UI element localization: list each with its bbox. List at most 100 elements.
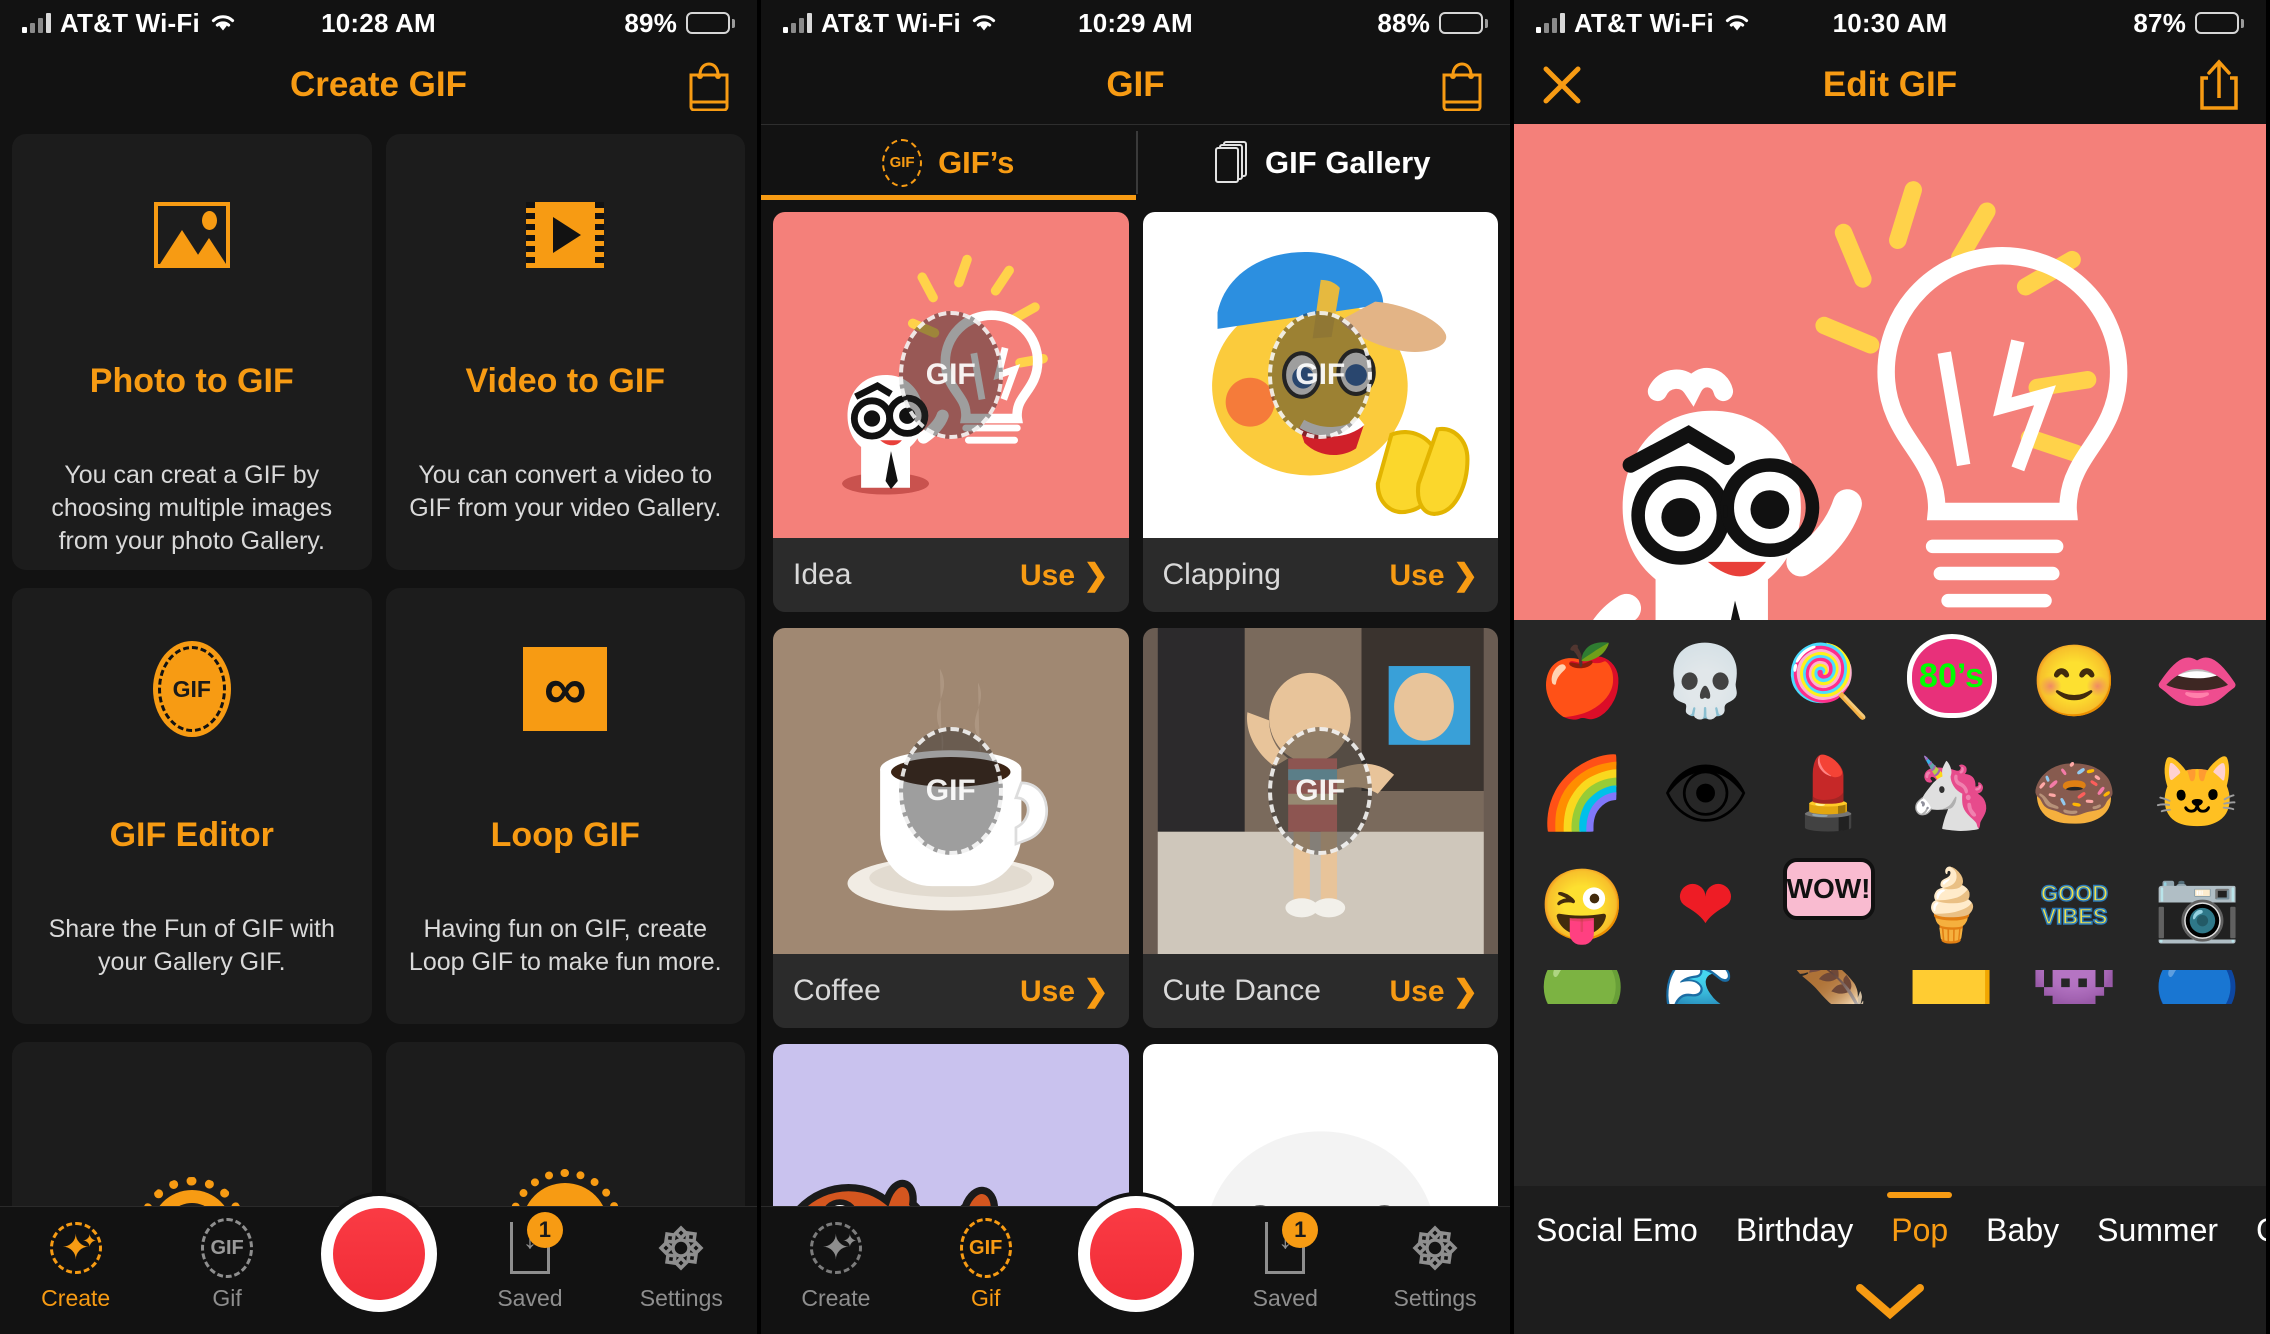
category-summer[interactable]: Summer [2097, 1206, 2218, 1249]
tab-gif-gallery[interactable]: GIF Gallery [1135, 125, 1511, 200]
sticker-panel: 🍎 💀 🍭 80’s 😊 👄 🌈 👁 💄 🦄 🍩 🐱 😜 ❤ WOW! 🍦 GO… [1514, 620, 2266, 1334]
share-icon[interactable] [2196, 58, 2242, 112]
use-button[interactable]: Use ❯ [1389, 558, 1478, 593]
category-ca[interactable]: Ca [2256, 1206, 2266, 1249]
gear-icon [1409, 1221, 1461, 1275]
eighties-heart-sticker[interactable]: 80’s [1906, 634, 1997, 718]
pixel-green-sticker[interactable]: 👾 [2016, 970, 2133, 1004]
battery-icon [686, 12, 736, 34]
tab-create[interactable]: ✦ ✦ Create [0, 1221, 151, 1312]
battery-percent-label: 88% [1377, 7, 1431, 38]
record-button[interactable] [1077, 1196, 1194, 1312]
green-sticker[interactable]: 🟢 [1524, 970, 1641, 1004]
signal-bars-icon [22, 13, 51, 33]
unicorn-sticker[interactable]: 🦄 [1893, 746, 2010, 840]
feather-sticker[interactable]: 🪶 [1770, 970, 1887, 1004]
wave-sticker[interactable]: 🌊 [1647, 970, 1764, 1004]
category-pop[interactable]: Pop [1887, 1191, 1953, 1249]
tab-settings[interactable]: Settings [1360, 1221, 1510, 1312]
segment-label: GIF Gallery [1265, 144, 1431, 180]
tab-gifs[interactable]: GIF GIF’s [761, 125, 1136, 200]
note-sticker[interactable]: 🟨 [1893, 970, 2010, 1004]
card-video-to-gif[interactable]: Video to GIF You can convert a video to … [385, 134, 745, 570]
category-tabs[interactable]: Social Emo Birthday Pop Baby Summer Ca [1514, 1186, 2266, 1268]
nav-bar: Create GIF [0, 46, 757, 124]
tongue-face-sticker[interactable]: 😜 [1524, 858, 1641, 952]
lips-sticker[interactable]: 👄 [2139, 634, 2256, 728]
saved-badge: 1 [1282, 1212, 1319, 1248]
gif-overlay-badge: GIF [898, 311, 1003, 439]
pages-icon [1215, 140, 1249, 185]
smiley-sticker[interactable]: 😊 [2016, 634, 2133, 728]
tab-saved[interactable]: ↓1 Saved [1210, 1212, 1360, 1312]
page-title: GIF [1106, 65, 1165, 104]
pixel-heart-sticker[interactable]: ❤ [1647, 858, 1764, 952]
donut-sticker[interactable]: 🍩 [2016, 746, 2133, 840]
use-button[interactable]: Use ❯ [1020, 558, 1109, 593]
blue-sticker[interactable]: 🔵 [2139, 970, 2256, 1004]
clock-label: 10:28 AM [321, 7, 436, 38]
gif-card-cute-dance[interactable]: GIF Cute Dance Use ❯ [1142, 628, 1498, 1028]
gif-caption: Idea Use ❯ [773, 538, 1129, 612]
record-button[interactable] [320, 1196, 437, 1312]
shopping-bag-icon[interactable] [1438, 59, 1486, 111]
card-gif-editor[interactable]: GIF GIF Editor Share the Fun of GIF with… [12, 588, 372, 1024]
gif-card-idea[interactable]: GIF Idea Use ❯ [773, 212, 1129, 612]
signal-bars-icon [1536, 13, 1565, 33]
tab-gif[interactable]: GIF Gif [151, 1218, 302, 1312]
good-vibes-sticker[interactable]: GOOD VIBES [2016, 858, 2133, 952]
infinity-icon: ∞ [523, 634, 608, 744]
page-title: Create GIF [290, 65, 467, 104]
gif-thumbnail: GIF [1142, 212, 1498, 538]
save-download-icon: ↓1 [1265, 1212, 1319, 1275]
screen-create-gif: AT&T Wi-Fi 10:28 AM 89% Create GIF Photo… [0, 0, 757, 1334]
screen-edit-gif: AT&T Wi-Fi 10:30 AM 87% Edit GIF 🍎 💀 🍭 8… [1514, 0, 2266, 1334]
eye-sticker[interactable]: 👁 [1647, 746, 1764, 840]
camera-sticker[interactable]: 📷 [2139, 858, 2256, 952]
card-photo-to-gif[interactable]: Photo to GIF You can creat a GIF by choo… [12, 134, 372, 570]
category-baby[interactable]: Baby [1986, 1206, 2059, 1249]
saved-badge: 1 [526, 1212, 563, 1248]
chevron-down-icon[interactable] [1514, 1268, 2266, 1334]
lollipop-sticker[interactable]: 🍭 [1770, 634, 1887, 728]
category-birthday[interactable]: Birthday [1736, 1206, 1853, 1249]
apple-sticker[interactable]: 🍎 [1524, 634, 1641, 728]
use-button[interactable]: Use ❯ [1020, 974, 1109, 1009]
tab-label: Settings [639, 1285, 723, 1311]
cat-pirate-sticker[interactable]: 🐱 [2139, 746, 2256, 840]
battery-icon [1439, 12, 1489, 34]
tab-settings[interactable]: Settings [606, 1221, 757, 1312]
gear-icon [655, 1221, 707, 1275]
gif-icon: GIF [201, 1218, 254, 1278]
carrier-label: AT&T Wi-Fi [60, 7, 200, 38]
clock-label: 10:30 AM [1832, 7, 1948, 38]
lipstick-sticker[interactable]: 💄 [1770, 746, 1887, 840]
ice-cream-sticker[interactable]: 🍦 [1893, 858, 2010, 952]
photo-icon [153, 180, 230, 290]
carrier-label: AT&T Wi-Fi [821, 7, 961, 38]
category-social-emo[interactable]: Social Emo [1536, 1206, 1698, 1249]
segment-label: GIF’s [938, 144, 1015, 180]
card-description: Having fun on GIF, create Loop GIF to ma… [408, 915, 722, 976]
wow-bubble-sticker[interactable]: WOW! [1782, 858, 1875, 920]
status-bar: AT&T Wi-Fi 10:28 AM 89% [0, 0, 757, 46]
close-icon[interactable] [1538, 61, 1608, 109]
signal-bars-icon [783, 13, 812, 33]
gif-card-coffee[interactable]: GIF Coffee Use ❯ [773, 628, 1129, 1028]
use-button[interactable]: Use ❯ [1389, 974, 1478, 1009]
gif-icon: GIF [959, 1218, 1012, 1278]
card-title: Loop GIF [490, 816, 640, 854]
shopping-bag-icon[interactable] [685, 59, 733, 111]
video-icon [526, 180, 605, 290]
skull-sticker[interactable]: 💀 [1647, 634, 1764, 728]
tab-create[interactable]: ✦ ✦ Create [761, 1221, 911, 1312]
card-loop-gif[interactable]: ∞ Loop GIF Having fun on GIF, create Loo… [385, 588, 745, 1024]
tab-gif[interactable]: GIF Gif [911, 1218, 1061, 1312]
gif-card-clapping[interactable]: GIF Clapping Use ❯ [1142, 212, 1498, 612]
segment-tabs: GIF GIF’s GIF Gallery [761, 124, 1510, 200]
nav-bar: GIF [761, 46, 1510, 124]
card-title: GIF Editor [109, 816, 274, 854]
tab-saved[interactable]: ↓1 Saved [454, 1212, 605, 1312]
rainbow-sticker[interactable]: 🌈 [1524, 746, 1641, 840]
active-underline [761, 195, 1136, 200]
